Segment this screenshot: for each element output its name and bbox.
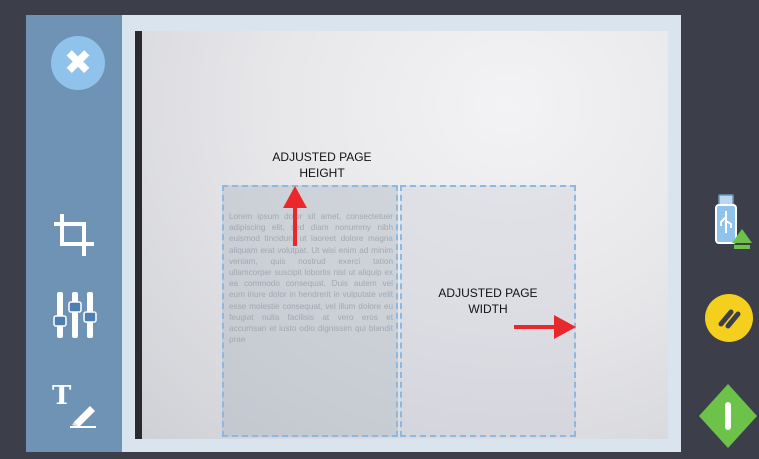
close-button[interactable]: ✖ <box>51 36 105 90</box>
page-body-text: Lorem ipsum dolor sit amet, consectetuer… <box>229 212 393 345</box>
crop-button[interactable] <box>50 210 100 260</box>
scanner-app: ✖ T Lorem ipsum dolor sit amet, consecte… <box>0 0 759 459</box>
adjust-levels-button[interactable] <box>50 290 100 340</box>
preview-edge-shadow <box>135 31 142 439</box>
text-edit-icon: T <box>52 381 96 428</box>
pause-icon <box>718 309 741 329</box>
usb-save-icon <box>715 194 752 249</box>
svg-text:T: T <box>52 381 72 411</box>
crop-icon <box>54 214 94 256</box>
sliders-icon <box>53 292 97 338</box>
adjusted-width-label: ADJUSTED PAGE WIDTH <box>428 285 548 317</box>
width-arrow-icon <box>514 315 576 339</box>
height-arrow-icon <box>283 186 307 246</box>
text-edit-button[interactable]: T <box>50 378 100 428</box>
pause-button[interactable] <box>705 294 753 342</box>
close-icon: ✖ <box>63 43 93 83</box>
adjusted-height-label: ADJUSTED PAGE HEIGHT <box>262 149 382 181</box>
start-button[interactable] <box>697 382 759 450</box>
height-label-line1: ADJUSTED PAGE <box>272 150 372 164</box>
usb-save-button[interactable] <box>712 193 754 257</box>
start-icon <box>699 384 757 448</box>
height-label-line2: HEIGHT <box>299 166 345 180</box>
width-label-line1: ADJUSTED PAGE <box>438 286 538 300</box>
